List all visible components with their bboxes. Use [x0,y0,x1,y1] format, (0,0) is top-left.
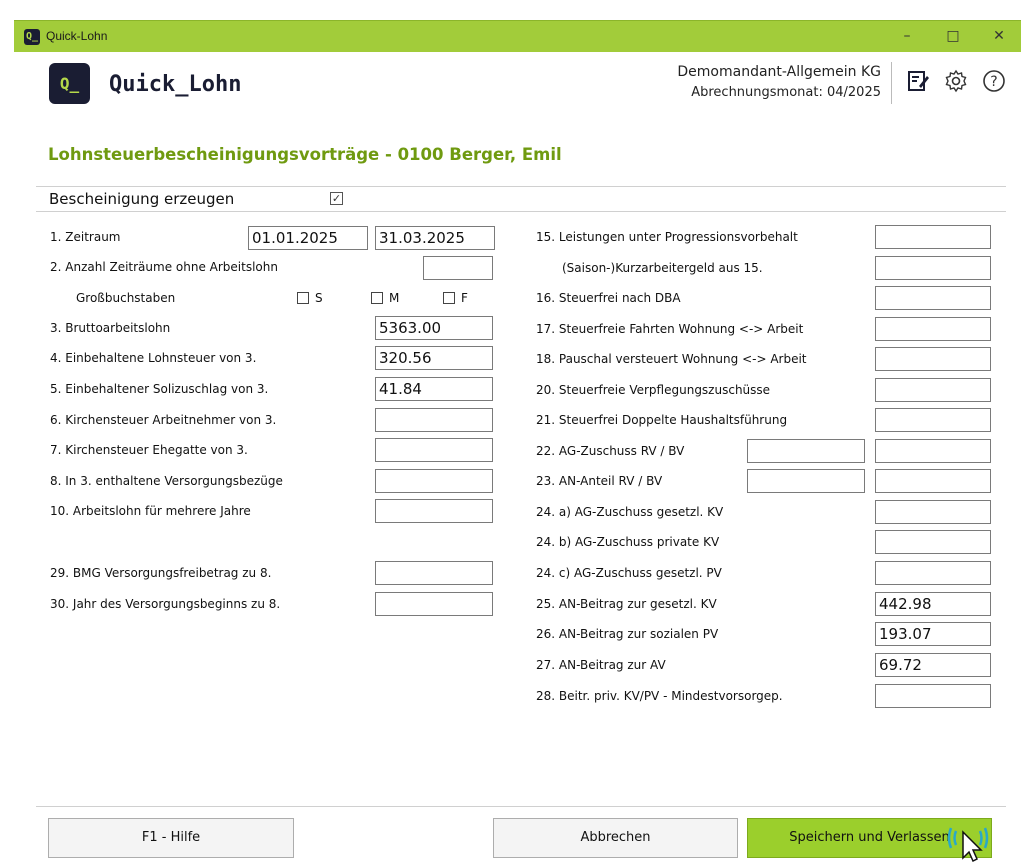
mindestvorsorgep-input[interactable] [875,684,991,708]
an-beitrag-kv-input[interactable]: 442.98 [875,592,991,616]
label-pauschal-versteuert: 18. Pauschal versteuert Wohnung <-> Arbe… [536,352,807,366]
ag-zuschuss-rv-input-b[interactable] [875,439,991,463]
label-doppelte-haushaltsfuehrung: 21. Steuerfrei Doppelte Haushaltsführung [536,413,788,427]
svg-text:?: ? [990,74,997,90]
checkbox-f-label: F [461,291,468,305]
help-circle-icon[interactable]: ? [982,69,1006,93]
pauschal-versteuert-input[interactable] [875,347,991,371]
label-kirchensteuer-an: 6. Kirchensteuer Arbeitnehmer von 3. [50,413,277,427]
certificate-row: Bescheinigung erzeugen ✓ [36,186,1006,212]
label-versorgungsbezuege: 8. In 3. enthaltene Versorgungsbezüge [50,474,283,488]
arbeitslohn-mehrere-jahre-input[interactable] [375,499,493,523]
blur-overlay [478,229,494,247]
ag-zuschuss-gesetzl-kv-input[interactable] [875,500,991,524]
label-lohnsteuer: 4. Einbehaltene Lohnsteuer von 3. [50,351,257,365]
checkbox-m-label: M [389,291,400,305]
footer-divider [36,806,1006,807]
steuerfreie-fahrten-input[interactable] [875,317,991,341]
label-mindestvorsorgep: 28. Beitr. priv. KV/PV - Mindestvorsorge… [536,689,783,703]
solizuschlag-input[interactable]: 41.84 [375,377,493,401]
app-logo-small-icon: Q_ [24,29,40,45]
header-divider [891,62,892,104]
label-arbeitslohn-mehrere-jahre: 10. Arbeitslohn für mehrere Jahre [50,504,251,518]
label-anzahl-zeitraeume: 2. Anzahl Zeiträume ohne Arbeitslohn [50,260,278,274]
label-ag-zuschuss-private-kv: 24. b) AG-Zuschuss private KV [536,535,720,549]
label-grossbuchstaben: Großbuchstaben [76,291,176,305]
blur-overlay [351,229,367,247]
label-an-beitrag-kv: 25. AN-Beitrag zur gesetzl. KV [536,597,717,611]
versorgungsbezuege-input[interactable] [375,469,493,493]
steuerfrei-dba-input[interactable] [875,286,991,310]
label-bmg-versorgungsfreibetrag: 29. BMG Versorgungsfreibetrag zu 8. [50,566,272,580]
label-kurzarbeitergeld: (Saison-)Kurzarbeitergeld aus 15. [562,261,763,275]
label-ag-zuschuss-gesetzl-kv: 24. a) AG-Zuschuss gesetzl. KV [536,505,724,519]
label-bruttoarbeitslohn: 3. Bruttoarbeitslohn [50,321,171,335]
edit-icon[interactable] [906,69,930,93]
settings-gear-icon[interactable] [944,69,968,93]
kirchensteuer-an-input[interactable] [375,408,493,432]
window-titlebar: Q_ Quick-Lohn – □ ✕ [14,20,1021,52]
help-button[interactable]: F1 - Hilfe [48,818,294,858]
checkbox-m[interactable] [371,292,383,304]
certificate-checkbox[interactable]: ✓ [330,192,343,205]
window-title: Quick-Lohn [46,29,108,43]
bruttoarbeitslohn-input[interactable]: 5363.00 [375,316,493,340]
jahr-versorgungsbeginn-input[interactable] [375,592,493,616]
progressionsvorbehalt-input[interactable] [875,225,991,249]
mouse-cursor-icon [947,827,989,863]
app-name: Quick_Lohn [109,72,242,97]
billing-month: Abrechnungsmonat: 04/2025 [691,85,881,100]
label-ag-zuschuss-rv: 22. AG-Zuschuss RV / BV [536,444,685,458]
ag-zuschuss-private-kv-input[interactable] [875,530,991,554]
close-button[interactable]: ✕ [976,21,1021,52]
app-header: Q_ Quick_Lohn Demomandant-Allgemein KG A… [14,52,1021,128]
zeitraum-to-value: 31.03.2025 [379,229,465,247]
an-beitrag-av-input[interactable]: 69.72 [875,653,991,677]
checkbox-f[interactable] [443,292,455,304]
maximize-button[interactable]: □ [930,21,976,52]
app-logo: Q_ [49,63,90,104]
checkbox-s-label: S [315,291,323,305]
certificate-label: Bescheinigung erzeugen [49,190,235,208]
label-ag-zuschuss-gesetzl-pv: 24. c) AG-Zuschuss gesetzl. PV [536,566,722,580]
zeitraum-from-input[interactable]: 01.01.2025 [248,226,368,250]
checkbox-s[interactable] [297,292,309,304]
company-name: Demomandant-Allgemein KG [677,64,881,80]
label-steuerfreie-fahrten: 17. Steuerfreie Fahrten Wohnung <-> Arbe… [536,322,804,336]
verpflegungszuschuesse-input[interactable] [875,378,991,402]
ag-zuschuss-gesetzl-pv-input[interactable] [875,561,991,585]
label-verpflegungszuschuesse: 20. Steuerfreie Verpflegungszuschüsse [536,383,771,397]
cancel-button[interactable]: Abbrechen [493,818,738,858]
label-zeitraum: 1. Zeitraum [50,230,121,244]
label-an-anteil-rv: 23. AN-Anteil RV / BV [536,474,663,488]
ag-zuschuss-rv-input-a[interactable] [747,439,865,463]
label-progressionsvorbehalt: 15. Leistungen unter Progressionsvorbeha… [536,230,798,244]
an-anteil-rv-input-a[interactable] [747,469,865,493]
doppelte-haushaltsfuehrung-input[interactable] [875,408,991,432]
label-solizuschlag: 5. Einbehaltener Solizuschlag von 3. [50,382,269,396]
zeitraum-from-value: 01.01.2025 [252,229,338,247]
an-anteil-rv-input-b[interactable] [875,469,991,493]
label-an-beitrag-av: 27. AN-Beitrag zur AV [536,658,666,672]
kirchensteuer-ehegatte-input[interactable] [375,438,493,462]
kurzarbeitergeld-input[interactable] [875,256,991,280]
label-an-beitrag-pv: 26. AN-Beitrag zur sozialen PV [536,627,719,641]
bmg-versorgungsfreibetrag-input[interactable] [375,561,493,585]
lohnsteuer-input[interactable]: 320.56 [375,346,493,370]
label-kirchensteuer-ehegatte: 7. Kirchensteuer Ehegatte von 3. [50,443,248,457]
label-jahr-versorgungsbeginn: 30. Jahr des Versorgungsbeginns zu 8. [50,597,281,611]
anzahl-zeitraeume-input[interactable] [423,256,493,280]
zeitraum-to-input[interactable]: 31.03.2025 [375,226,495,250]
an-beitrag-pv-input[interactable]: 193.07 [875,622,991,646]
minimize-button[interactable]: – [884,21,930,52]
page-title: Lohnsteuerbescheinigungsvorträge - 0100 … [48,145,562,164]
label-steuerfrei-dba: 16. Steuerfrei nach DBA [536,291,681,305]
